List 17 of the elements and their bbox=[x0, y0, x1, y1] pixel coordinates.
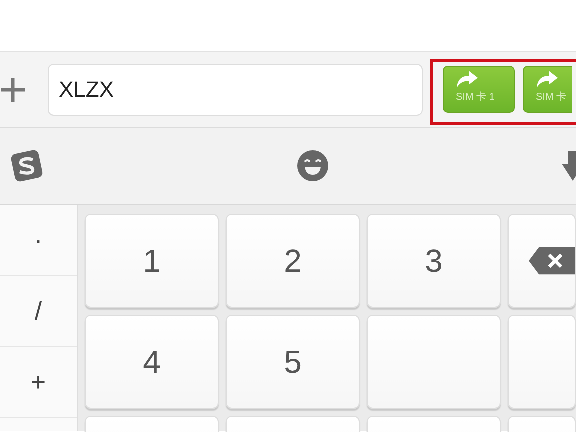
symbol-key[interactable]: · bbox=[0, 205, 77, 276]
backspace-icon bbox=[529, 245, 575, 277]
keyboard-key[interactable] bbox=[508, 315, 576, 409]
digit-key[interactable]: 2 bbox=[226, 214, 360, 308]
digit-key[interactable]: 5 bbox=[226, 315, 360, 409]
digit-key[interactable]: 1 bbox=[85, 214, 219, 308]
symbol-key[interactable]: / bbox=[0, 276, 77, 347]
emoji-icon[interactable] bbox=[297, 150, 329, 182]
add-icon[interactable] bbox=[0, 76, 26, 102]
forward-icon bbox=[536, 71, 558, 88]
keyboard-key[interactable] bbox=[367, 315, 501, 409]
digit-key[interactable]: 3 bbox=[367, 214, 501, 308]
symbol-key[interactable]: + bbox=[0, 347, 77, 418]
digit-key[interactable]: 4 bbox=[85, 315, 219, 409]
backspace-key[interactable] bbox=[508, 214, 576, 308]
forward-icon bbox=[456, 71, 478, 88]
message-input[interactable]: XLZX bbox=[48, 64, 423, 116]
